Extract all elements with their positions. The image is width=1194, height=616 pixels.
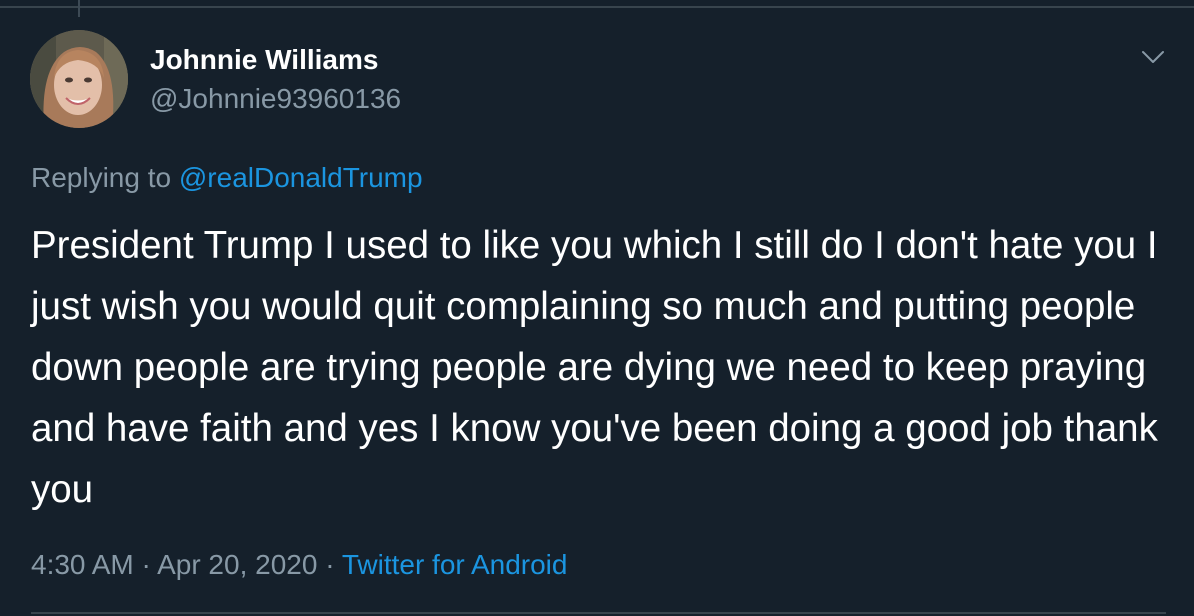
user-handle[interactable]: @Johnnie93960136 — [150, 81, 401, 117]
tweet-time[interactable]: 4:30 AM — [31, 549, 134, 580]
replying-to-line: Replying to @realDonaldTrump — [31, 160, 423, 196]
top-divider — [0, 6, 1194, 8]
tweet-text: President Trump I used to like you which… — [31, 224, 1158, 511]
meta-separator-2: · — [325, 549, 335, 580]
replying-prefix: Replying to — [31, 162, 172, 193]
replying-to-mention-link[interactable]: @realDonaldTrump — [179, 162, 423, 193]
display-name[interactable]: Johnnie Williams — [150, 42, 378, 78]
avatar[interactable] — [30, 30, 128, 128]
bottom-divider — [31, 612, 1166, 614]
meta-separator: · — [141, 549, 151, 580]
avatar-image — [30, 30, 128, 128]
tweet-source-link[interactable]: Twitter for Android — [342, 549, 568, 580]
chevron-down-icon[interactable] — [1136, 40, 1170, 74]
thread-connector-line — [78, 0, 80, 17]
tweet-date[interactable]: Apr 20, 2020 — [157, 549, 317, 580]
tweet-meta: 4:30 AM · Apr 20, 2020 · Twitter for And… — [31, 547, 567, 583]
